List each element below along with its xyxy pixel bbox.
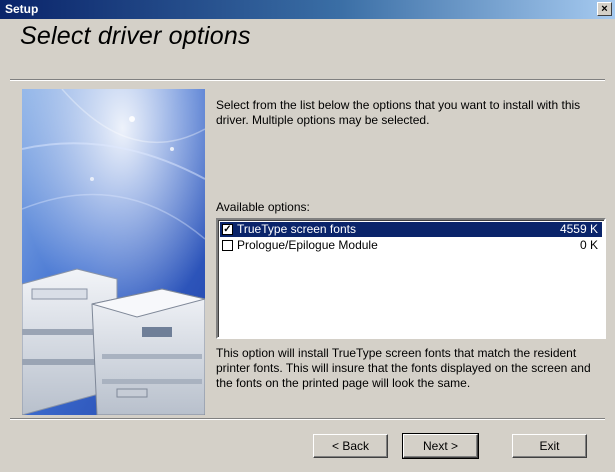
printer-illustration: [22, 89, 205, 415]
option-name: TrueType screen fonts: [237, 222, 356, 236]
page-heading: Select driver options: [20, 22, 251, 50]
exit-button[interactable]: Exit: [512, 434, 587, 458]
checkbox-checked[interactable]: ✓: [222, 224, 233, 235]
option-name: Prologue/Epilogue Module: [237, 238, 378, 252]
option-size: 0 K: [579, 238, 598, 252]
available-options-label: Available options:: [216, 200, 310, 214]
next-button[interactable]: Next >: [402, 433, 479, 459]
header-divider: [10, 79, 605, 81]
next-button-label: Next >: [422, 439, 458, 453]
window-title: Setup: [5, 2, 39, 16]
back-button-label: < Back: [331, 439, 370, 453]
footer-divider: [10, 418, 605, 420]
title-bar: Setup ×: [0, 0, 615, 19]
option-info-text: This option will install TrueType screen…: [216, 346, 591, 390]
list-item[interactable]: ✓ TrueType screen fonts 4559 K: [220, 222, 602, 237]
options-listbox[interactable]: ✓ TrueType screen fonts 4559 K Prologue/…: [216, 218, 606, 339]
option-size: 4559 K: [559, 222, 598, 236]
checkbox-unchecked[interactable]: [222, 240, 233, 251]
close-button[interactable]: ×: [597, 2, 612, 16]
exit-button-label: Exit: [539, 439, 560, 453]
back-button[interactable]: < Back: [313, 434, 388, 458]
list-item[interactable]: Prologue/Epilogue Module 0 K: [220, 238, 602, 253]
description-text: Select from the list below the options t…: [216, 98, 581, 127]
